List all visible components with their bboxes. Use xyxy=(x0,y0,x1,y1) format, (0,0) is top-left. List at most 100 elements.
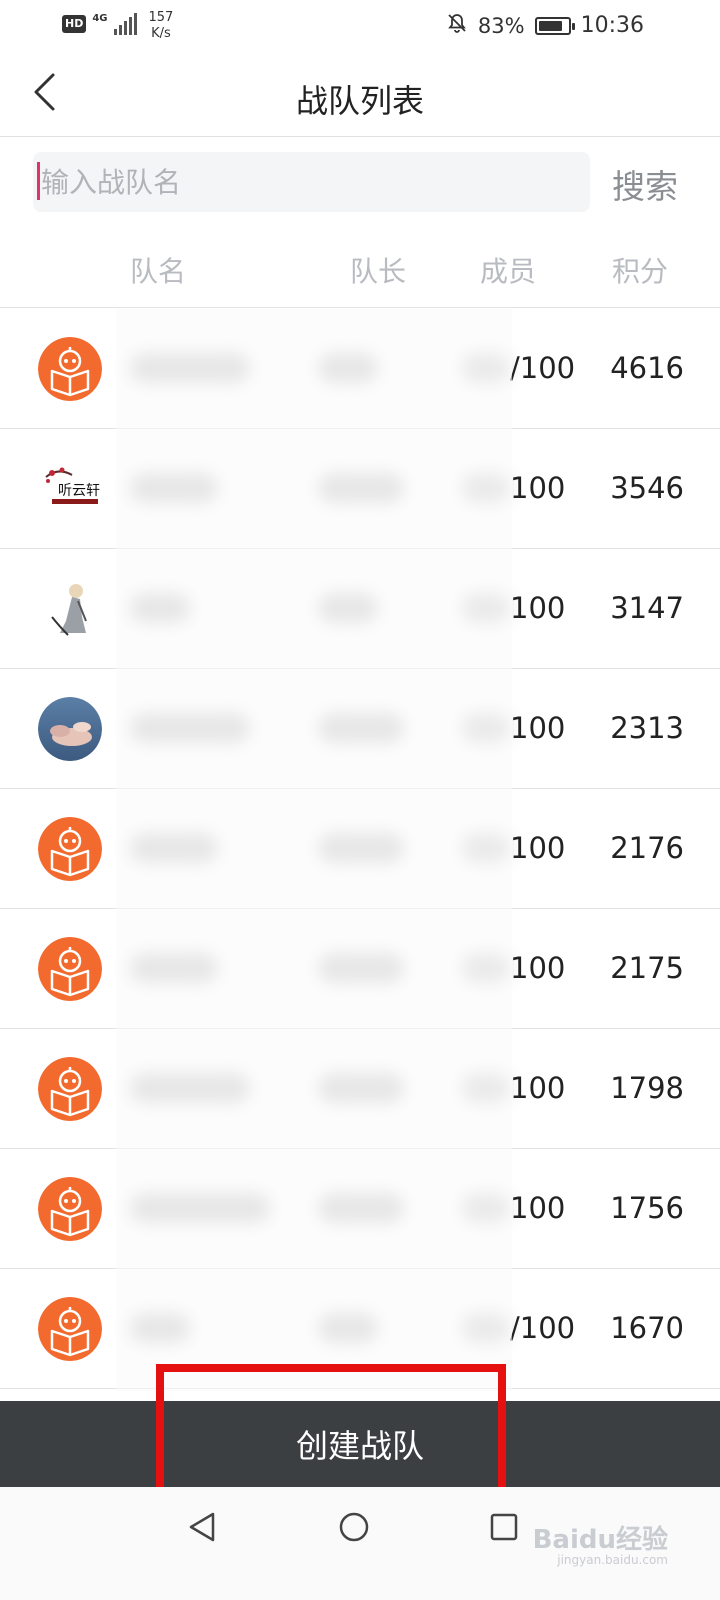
team-score: 2176 xyxy=(610,831,684,865)
svg-text:听云轩: 听云轩 xyxy=(58,483,100,499)
team-avatar xyxy=(38,337,102,401)
column-header-score: 积分 xyxy=(612,255,669,288)
column-header-leader: 队长 xyxy=(350,255,407,288)
team-list: /100 4616 听云轩 100 3546 100 3147 100 2313 100 2176 1… xyxy=(0,309,720,1389)
nav-back-button[interactable] xyxy=(180,1507,224,1551)
circle-home-icon xyxy=(338,1511,370,1547)
hd-badge: HD xyxy=(62,15,87,33)
team-name-redacted xyxy=(130,1193,270,1223)
team-leader-redacted xyxy=(318,713,404,743)
battery-fill xyxy=(538,20,562,31)
team-leader-redacted xyxy=(318,473,404,503)
team-score: 1670 xyxy=(610,1311,684,1345)
team-score: 1756 xyxy=(610,1191,684,1225)
battery-percent: 83% xyxy=(477,13,525,38)
watermark-logo: Baidu经验 xyxy=(532,1525,668,1555)
team-members-redacted xyxy=(462,593,510,623)
column-header-name: 队名 xyxy=(130,255,187,288)
team-members: /100 xyxy=(510,351,576,385)
signal-icon xyxy=(113,13,137,35)
team-name-redacted xyxy=(130,833,218,863)
team-leader-redacted xyxy=(318,1193,404,1223)
battery-icon xyxy=(534,16,575,35)
team-members: 100 xyxy=(510,831,566,865)
team-score: 2175 xyxy=(610,951,684,985)
team-members-redacted xyxy=(462,1313,510,1343)
team-members: 100 xyxy=(510,711,566,745)
team-avatar xyxy=(38,1057,102,1121)
create-team-button[interactable]: 创建战队 xyxy=(0,1401,720,1487)
team-name-redacted xyxy=(130,593,190,623)
team-members-redacted xyxy=(462,473,510,503)
column-header-members: 成员 xyxy=(480,255,537,288)
status-right: 83% 10:36 xyxy=(446,12,644,39)
team-members: 100 xyxy=(510,1191,566,1225)
text-caret xyxy=(37,162,40,200)
team-row[interactable]: /100 4616 xyxy=(0,309,720,429)
team-members: 100 xyxy=(510,591,566,625)
team-avatar xyxy=(38,697,102,761)
team-score: 3147 xyxy=(610,591,684,625)
team-avatar xyxy=(38,1297,102,1361)
search-button[interactable]: 搜索 xyxy=(612,160,678,208)
team-leader-redacted xyxy=(318,1313,378,1343)
team-members-redacted xyxy=(462,713,510,743)
team-leader-redacted xyxy=(318,833,404,863)
team-avatar xyxy=(38,937,102,1001)
watermark-url: jingyan.baidu.com xyxy=(557,1553,668,1567)
team-name-redacted xyxy=(130,1073,250,1103)
team-leader-redacted xyxy=(318,353,378,383)
team-members: /100 xyxy=(510,1311,576,1345)
create-team-label: 创建战队 xyxy=(295,1427,424,1465)
team-name-redacted xyxy=(130,1313,190,1343)
nav-recent-button[interactable] xyxy=(482,1507,526,1551)
team-row[interactable]: 100 1798 xyxy=(0,1029,720,1149)
team-row[interactable]: 100 2175 xyxy=(0,909,720,1029)
team-members-redacted xyxy=(462,1193,510,1223)
team-name-redacted xyxy=(130,353,250,383)
team-avatar xyxy=(38,577,102,641)
team-row[interactable]: 100 2313 xyxy=(0,669,720,789)
system-nav-bar: Baidu经验 jingyan.baidu.com xyxy=(0,1487,720,1600)
team-avatar xyxy=(38,817,102,881)
speed-unit: K/s xyxy=(151,26,171,41)
team-row[interactable]: 100 2176 xyxy=(0,789,720,909)
team-members-redacted xyxy=(462,353,510,383)
team-leader-redacted xyxy=(318,1073,404,1103)
team-row[interactable]: /100 1670 xyxy=(0,1269,720,1389)
network-type: 4G xyxy=(92,13,108,24)
team-avatar xyxy=(38,1177,102,1241)
header: 战队列表 xyxy=(0,52,720,137)
team-members-redacted xyxy=(462,953,510,983)
team-avatar: 听云轩 xyxy=(38,457,102,521)
clock: 10:36 xyxy=(580,13,644,38)
status-bar: HD 4G 157 K/s 83% 10:36 xyxy=(0,0,720,52)
triangle-back-icon xyxy=(187,1511,217,1547)
search-box xyxy=(33,152,590,212)
team-members-redacted xyxy=(462,1073,510,1103)
team-name-redacted xyxy=(130,713,250,743)
page-title: 战队列表 xyxy=(295,82,424,120)
team-members-redacted xyxy=(462,833,510,863)
team-members: 100 xyxy=(510,1071,566,1105)
speed-value: 157 xyxy=(148,10,174,25)
team-leader-redacted xyxy=(318,953,404,983)
team-name-redacted xyxy=(130,473,218,503)
team-score: 1798 xyxy=(610,1071,684,1105)
team-score: 3546 xyxy=(610,471,684,505)
team-members: 100 xyxy=(510,471,566,505)
team-members: 100 xyxy=(510,951,566,985)
network-speed: 157 K/s xyxy=(149,10,174,42)
team-row[interactable]: 100 1756 xyxy=(0,1149,720,1269)
mute-bell-icon xyxy=(446,12,468,39)
search-input[interactable] xyxy=(41,152,581,212)
team-score: 2313 xyxy=(610,711,684,745)
team-row[interactable]: 听云轩 100 3546 xyxy=(0,429,720,549)
team-score: 4616 xyxy=(610,351,684,385)
status-left: HD 4G 157 K/s xyxy=(62,10,173,42)
nav-home-button[interactable] xyxy=(332,1507,376,1551)
team-leader-redacted xyxy=(318,593,378,623)
column-headers: 队名 队长 成员 积分 xyxy=(0,240,720,308)
team-row[interactable]: 100 3147 xyxy=(0,549,720,669)
square-recent-icon xyxy=(489,1512,519,1546)
